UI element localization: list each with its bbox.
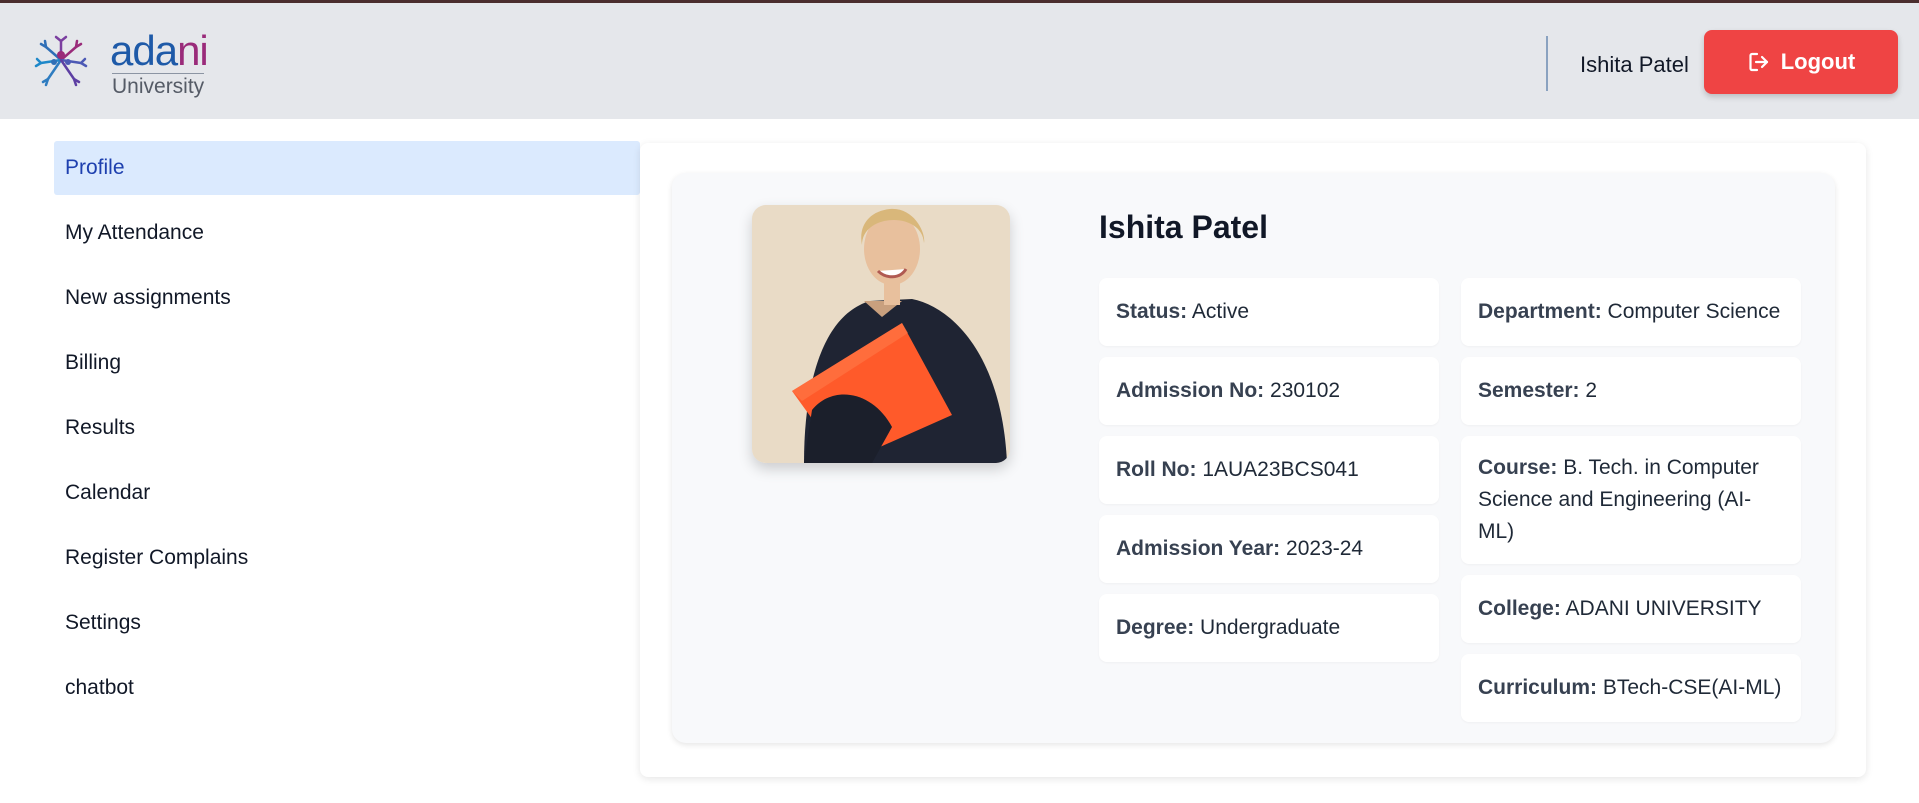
field-roll-no: Roll No: 1AUA23BCS041	[1099, 436, 1439, 504]
sidebar-item-label: New assignments	[65, 286, 231, 309]
field-curriculum: Curriculum: BTech-CSE(AI-ML)	[1461, 654, 1801, 722]
logout-label: Logout	[1780, 49, 1856, 74]
sidebar-item-results[interactable]: Results	[54, 401, 640, 455]
sidebar-item-chatbot[interactable]: chatbot	[54, 661, 640, 715]
header-divider	[1546, 36, 1548, 91]
sidebar-item-settings[interactable]: Settings	[54, 596, 640, 650]
field-value: 2	[1585, 379, 1598, 402]
sidebar-nav: Profile My Attendance New assignments Bi…	[54, 141, 640, 726]
field-value: Computer Science	[1607, 300, 1781, 323]
field-value: 2023-24	[1286, 537, 1364, 560]
field-semester: Semester: 2	[1461, 357, 1801, 425]
adani-tree-logo-icon	[34, 35, 88, 87]
field-value: 230102	[1270, 379, 1341, 402]
logout-icon	[1749, 52, 1768, 72]
field-key: Curriculum:	[1478, 676, 1598, 699]
sidebar-item-label: Calendar	[65, 481, 151, 504]
field-admission-year: Admission Year: 2023-24	[1099, 515, 1439, 583]
field-course: Course: B. Tech. in Computer Science and…	[1461, 436, 1801, 564]
sidebar-item-label: Billing	[65, 351, 122, 374]
header-user-name: Ishita Patel	[1580, 52, 1689, 77]
sidebar-item-label: Settings	[65, 611, 141, 634]
sidebar-item-profile[interactable]: Profile	[54, 141, 640, 195]
field-department: Department: Computer Science	[1461, 278, 1801, 346]
logout-button[interactable]: Logout	[1704, 30, 1898, 94]
sidebar-item-label: Results	[65, 416, 136, 439]
sidebar-item-my-attendance[interactable]: My Attendance	[54, 206, 640, 260]
profile-fields-right: Department: Computer Science Semester: 2…	[1461, 278, 1801, 733]
field-key: Semester:	[1478, 379, 1580, 402]
university-logo[interactable]: adani University	[28, 27, 228, 98]
field-value: 1AUA23BCS041	[1202, 458, 1359, 481]
field-key: Roll No:	[1116, 458, 1197, 481]
profile-card: Ishita Patel Status: Active Admission No…	[672, 173, 1835, 743]
field-key: Status:	[1116, 300, 1188, 323]
sidebar-item-label: Register Complains	[65, 546, 249, 569]
profile-name: Ishita Patel	[1099, 209, 1268, 245]
app-header: adani University Ishita Patel Logout	[0, 3, 1919, 119]
field-college: College: ADANI UNIVERSITY	[1461, 575, 1801, 643]
profile-panel: Ishita Patel Status: Active Admission No…	[640, 143, 1866, 777]
field-key: College:	[1478, 597, 1561, 620]
field-key: Degree:	[1116, 616, 1195, 639]
field-key: Course:	[1478, 456, 1558, 479]
field-status: Status: Active	[1099, 278, 1439, 346]
profile-photo	[752, 205, 1010, 463]
field-value: Undergraduate	[1200, 616, 1341, 639]
logo-wordmark: adani	[110, 27, 209, 74]
field-degree: Degree: Undergraduate	[1099, 594, 1439, 662]
field-admission-no: Admission No: 230102	[1099, 357, 1439, 425]
field-value: Active	[1191, 300, 1250, 323]
sidebar-item-calendar[interactable]: Calendar	[54, 466, 640, 520]
field-key: Admission No:	[1116, 379, 1265, 402]
logo-subtitle: University	[112, 73, 205, 98]
sidebar-item-billing[interactable]: Billing	[54, 336, 640, 390]
field-value: BTech-CSE(AI-ML)	[1602, 676, 1782, 699]
sidebar-item-label: chatbot	[65, 676, 134, 699]
sidebar-item-new-assignments[interactable]: New assignments	[54, 271, 640, 325]
sidebar-item-register-complains[interactable]: Register Complains	[54, 531, 640, 585]
field-key: Department:	[1478, 300, 1602, 323]
field-key: Admission Year:	[1116, 537, 1281, 560]
profile-fields-left: Status: Active Admission No: 230102 Roll…	[1099, 278, 1439, 673]
sidebar-item-label: Profile	[65, 156, 125, 179]
sidebar-item-label: My Attendance	[65, 221, 204, 244]
field-value: ADANI UNIVERSITY	[1565, 597, 1762, 620]
